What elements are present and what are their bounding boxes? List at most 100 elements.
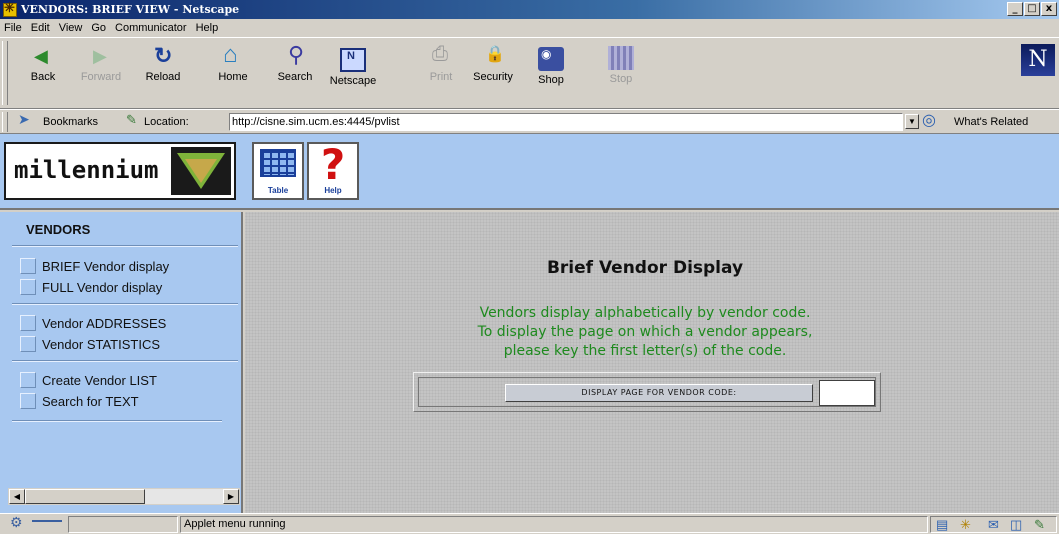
composer-tray-icon[interactable]: ✎ [1034,517,1045,533]
nav-item-label: Vendor STATISTICS [42,336,161,352]
nav-item-label: FULL Vendor display [42,279,163,295]
location-toolbar-grip[interactable] [2,112,8,132]
menu-edit[interactable]: Edit [31,22,50,34]
nav-bullet-box [20,336,36,352]
security-lock-icon [480,44,506,68]
newsgroups-tray-icon[interactable]: ◫ [1010,517,1022,533]
description-line: Vendors display alphabetically by vendor… [479,305,811,321]
location-icon[interactable] [126,112,140,129]
security-button[interactable]: Security [466,44,520,83]
nav-item-vendor-addresses[interactable]: Vendor ADDRESSES [20,313,166,333]
status-text: Applet menu running [184,518,286,530]
home-button[interactable]: Home [206,41,260,83]
scroll-right-button[interactable]: ▶ [223,489,239,504]
menu-view[interactable]: View [59,22,83,34]
nav-item-create-vendor-list[interactable]: Create Vendor LIST [20,370,157,390]
search-icon [282,42,308,68]
security-label: Security [473,71,513,83]
stop-icon [608,46,634,70]
nav-horizontal-scrollbar[interactable]: ◀ ▶ [8,488,240,505]
page-content: millennium Table ? Help VENDORS BRIEF Ve… [0,134,1059,513]
whats-related-icon[interactable] [922,110,948,130]
netscape-logo[interactable]: N [1021,44,1055,76]
window-title-bar[interactable]: VENDORS: BRIEF VIEW - Netscape _ □ x [0,0,1059,19]
logo-text: millennium [14,156,159,184]
nav-item-search-for-text[interactable]: Search for TEXT [20,391,139,411]
stop-button[interactable]: Stop [594,44,648,85]
nav-title: VENDORS [26,222,91,237]
mail-tray-icon[interactable]: ✉ [988,517,999,533]
nav-bullet-box [20,279,36,295]
location-label: Location: [144,116,189,128]
print-icon [428,43,454,68]
forward-label: Forward [80,71,122,83]
nav-item-vendor-statistics[interactable]: Vendor STATISTICS [20,334,160,354]
menu-help[interactable]: Help [196,22,219,34]
vendor-nav-frame: VENDORS BRIEF Vendor display FULL Vendor… [0,212,243,513]
back-arrow-icon [30,44,56,68]
table-grid-icon [260,149,296,177]
navigator-tray-icon[interactable]: ▤ [936,517,948,533]
close-button[interactable]: x [1041,2,1057,16]
status-text-cell [180,516,928,533]
nav-item-label: BRIEF Vendor display [42,258,170,274]
display-page-button[interactable]: DISPLAY PAGE FOR VENDOR CODE: [505,384,813,402]
table-button[interactable]: Table [252,142,304,200]
scroll-left-button[interactable]: ◀ [9,489,25,504]
description-line: please key the first letter(s) of the co… [503,343,787,359]
page-title: Brief Vendor Display [546,258,744,278]
menu-go[interactable]: Go [91,22,106,34]
back-button[interactable]: Back [16,44,70,83]
nav-item-full-vendor-display[interactable]: FULL Vendor display [20,277,162,297]
menu-communicator[interactable]: Communicator [115,22,187,34]
nav-bullet-box [20,372,36,388]
millennium-logo: millennium [4,142,236,200]
minimize-button[interactable]: _ [1007,2,1023,16]
maximize-button[interactable]: □ [1024,2,1040,16]
reload-label: Reload [145,71,181,83]
stop-label: Stop [609,73,633,85]
netscape-tray-icon[interactable]: ✳ [960,517,971,533]
vendor-code-input[interactable] [819,380,875,406]
menu-file[interactable]: File [4,22,22,34]
netscape-button[interactable]: Netscape [326,44,380,87]
netscape-app-icon[interactable] [3,1,17,17]
bookmarks-icon[interactable] [18,111,38,128]
nav-divider [12,303,238,305]
back-label: Back [30,71,56,83]
search-button[interactable]: Search [268,42,322,83]
navigation-toolbar: Back Forward Reload Home Search Netscape… [0,37,1059,109]
home-icon [220,41,246,69]
toolbar-grip[interactable] [2,41,8,105]
bookmarks-button[interactable]: Bookmarks [43,116,98,128]
page-description: Vendors display alphabetically by vendor… [245,304,1045,361]
netscape-icon [340,48,366,72]
reload-button[interactable]: Reload [136,43,190,83]
shop-button[interactable]: Shop [524,44,578,86]
nav-item-label: Create Vendor LIST [42,372,157,388]
table-label: Table [267,186,289,195]
nav-item-brief-vendor-display[interactable]: BRIEF Vendor display [20,256,169,276]
location-toolbar: Bookmarks Location: ▼ What's Related [0,109,1059,134]
nav-bullet-box [20,258,36,274]
url-dropdown-button[interactable]: ▼ [905,114,919,129]
forward-button[interactable]: Forward [74,44,128,83]
main-content-frame: Brief Vendor Display Vendors display alp… [245,212,1059,513]
security-status-icon[interactable] [10,514,28,531]
app-header-frame: millennium Table ? Help [0,134,1059,210]
status-bar: Applet menu running ▤ ✳ ✉ ◫ ✎ [0,513,1059,534]
print-button[interactable]: Print [414,43,468,83]
search-label: Search [277,71,313,83]
help-button[interactable]: ? Help [307,140,359,200]
home-label: Home [218,71,248,83]
vendor-code-form: DISPLAY PAGE FOR VENDOR CODE: [413,372,881,412]
scroll-thumb[interactable] [25,489,145,504]
logo-triangle-icon [171,147,231,195]
whats-related-button[interactable]: What's Related [954,116,1028,128]
nav-item-label: Vendor ADDRESSES [42,315,167,331]
forward-arrow-icon [88,44,114,68]
nav-item-label: Search for TEXT [42,393,139,409]
vendor-code-form-inner: DISPLAY PAGE FOR VENDOR CODE: [418,377,876,407]
shop-label: Shop [538,74,564,86]
url-input[interactable] [229,113,903,131]
